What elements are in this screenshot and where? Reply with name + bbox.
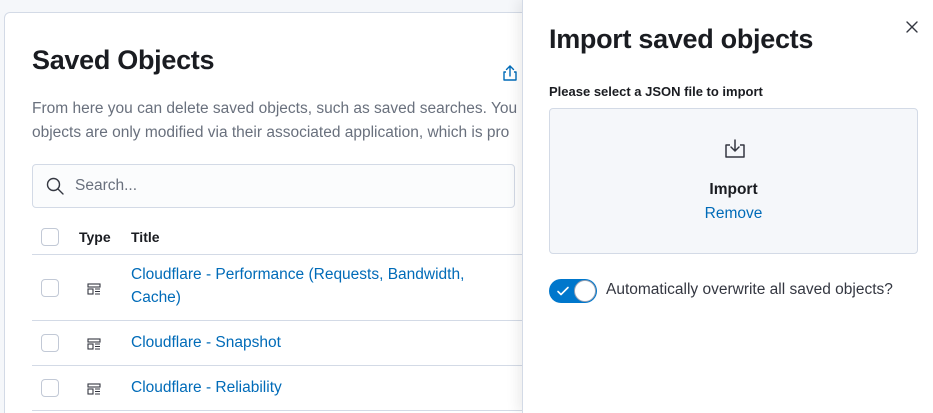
- table-row: Cloudflare - Reliability: [32, 366, 565, 411]
- table-row: Cloudflare - Performance (Requests, Band…: [32, 255, 565, 321]
- dashboard-icon: [87, 283, 101, 295]
- page-title: Saved Objects: [32, 45, 215, 75]
- check-icon: [557, 286, 569, 296]
- dashboard-icon: [87, 338, 101, 350]
- search-box[interactable]: [32, 164, 515, 208]
- column-header-type[interactable]: Type: [79, 229, 111, 245]
- remove-file-link[interactable]: Remove: [550, 205, 917, 223]
- select-all-checkbox[interactable]: [41, 227, 59, 246]
- description-line-2: objects are only modified via their asso…: [32, 124, 510, 141]
- row-title-link[interactable]: Cloudflare - Reliability: [131, 376, 491, 399]
- overwrite-toggle-label[interactable]: Automatically overwrite all saved object…: [606, 281, 893, 299]
- close-icon[interactable]: [903, 18, 921, 36]
- saved-objects-panel: Saved Objects From here you can delete s…: [4, 12, 565, 413]
- row-title-link[interactable]: Cloudflare - Performance (Requests, Band…: [131, 263, 491, 309]
- export-icon[interactable]: [500, 63, 520, 83]
- file-picker-label: Please select a JSON file to import: [549, 84, 763, 99]
- column-header-title[interactable]: Title: [131, 229, 160, 245]
- dashboard-icon: [87, 383, 101, 395]
- description-line-1: From here you can delete saved objects, …: [32, 100, 518, 117]
- import-flyout: Import saved objects Please select a JSO…: [522, 0, 933, 413]
- toggle-knob: [574, 280, 596, 302]
- page-description: From here you can delete saved objects, …: [32, 97, 532, 145]
- row-checkbox[interactable]: [41, 379, 59, 397]
- table-row: Cloudflare - Snapshot: [32, 321, 565, 366]
- import-label: Import: [709, 181, 758, 198]
- import-icon: [725, 139, 745, 158]
- flyout-title: Import saved objects: [549, 24, 814, 54]
- file-dropzone[interactable]: Import Remove: [549, 108, 918, 254]
- search-icon: [46, 177, 64, 195]
- row-checkbox[interactable]: [41, 279, 59, 297]
- search-input[interactable]: [75, 177, 495, 195]
- table-header: Type Title: [32, 219, 565, 255]
- row-checkbox[interactable]: [41, 334, 59, 352]
- row-title-link[interactable]: Cloudflare - Snapshot: [131, 331, 491, 354]
- overwrite-toggle[interactable]: [549, 279, 597, 303]
